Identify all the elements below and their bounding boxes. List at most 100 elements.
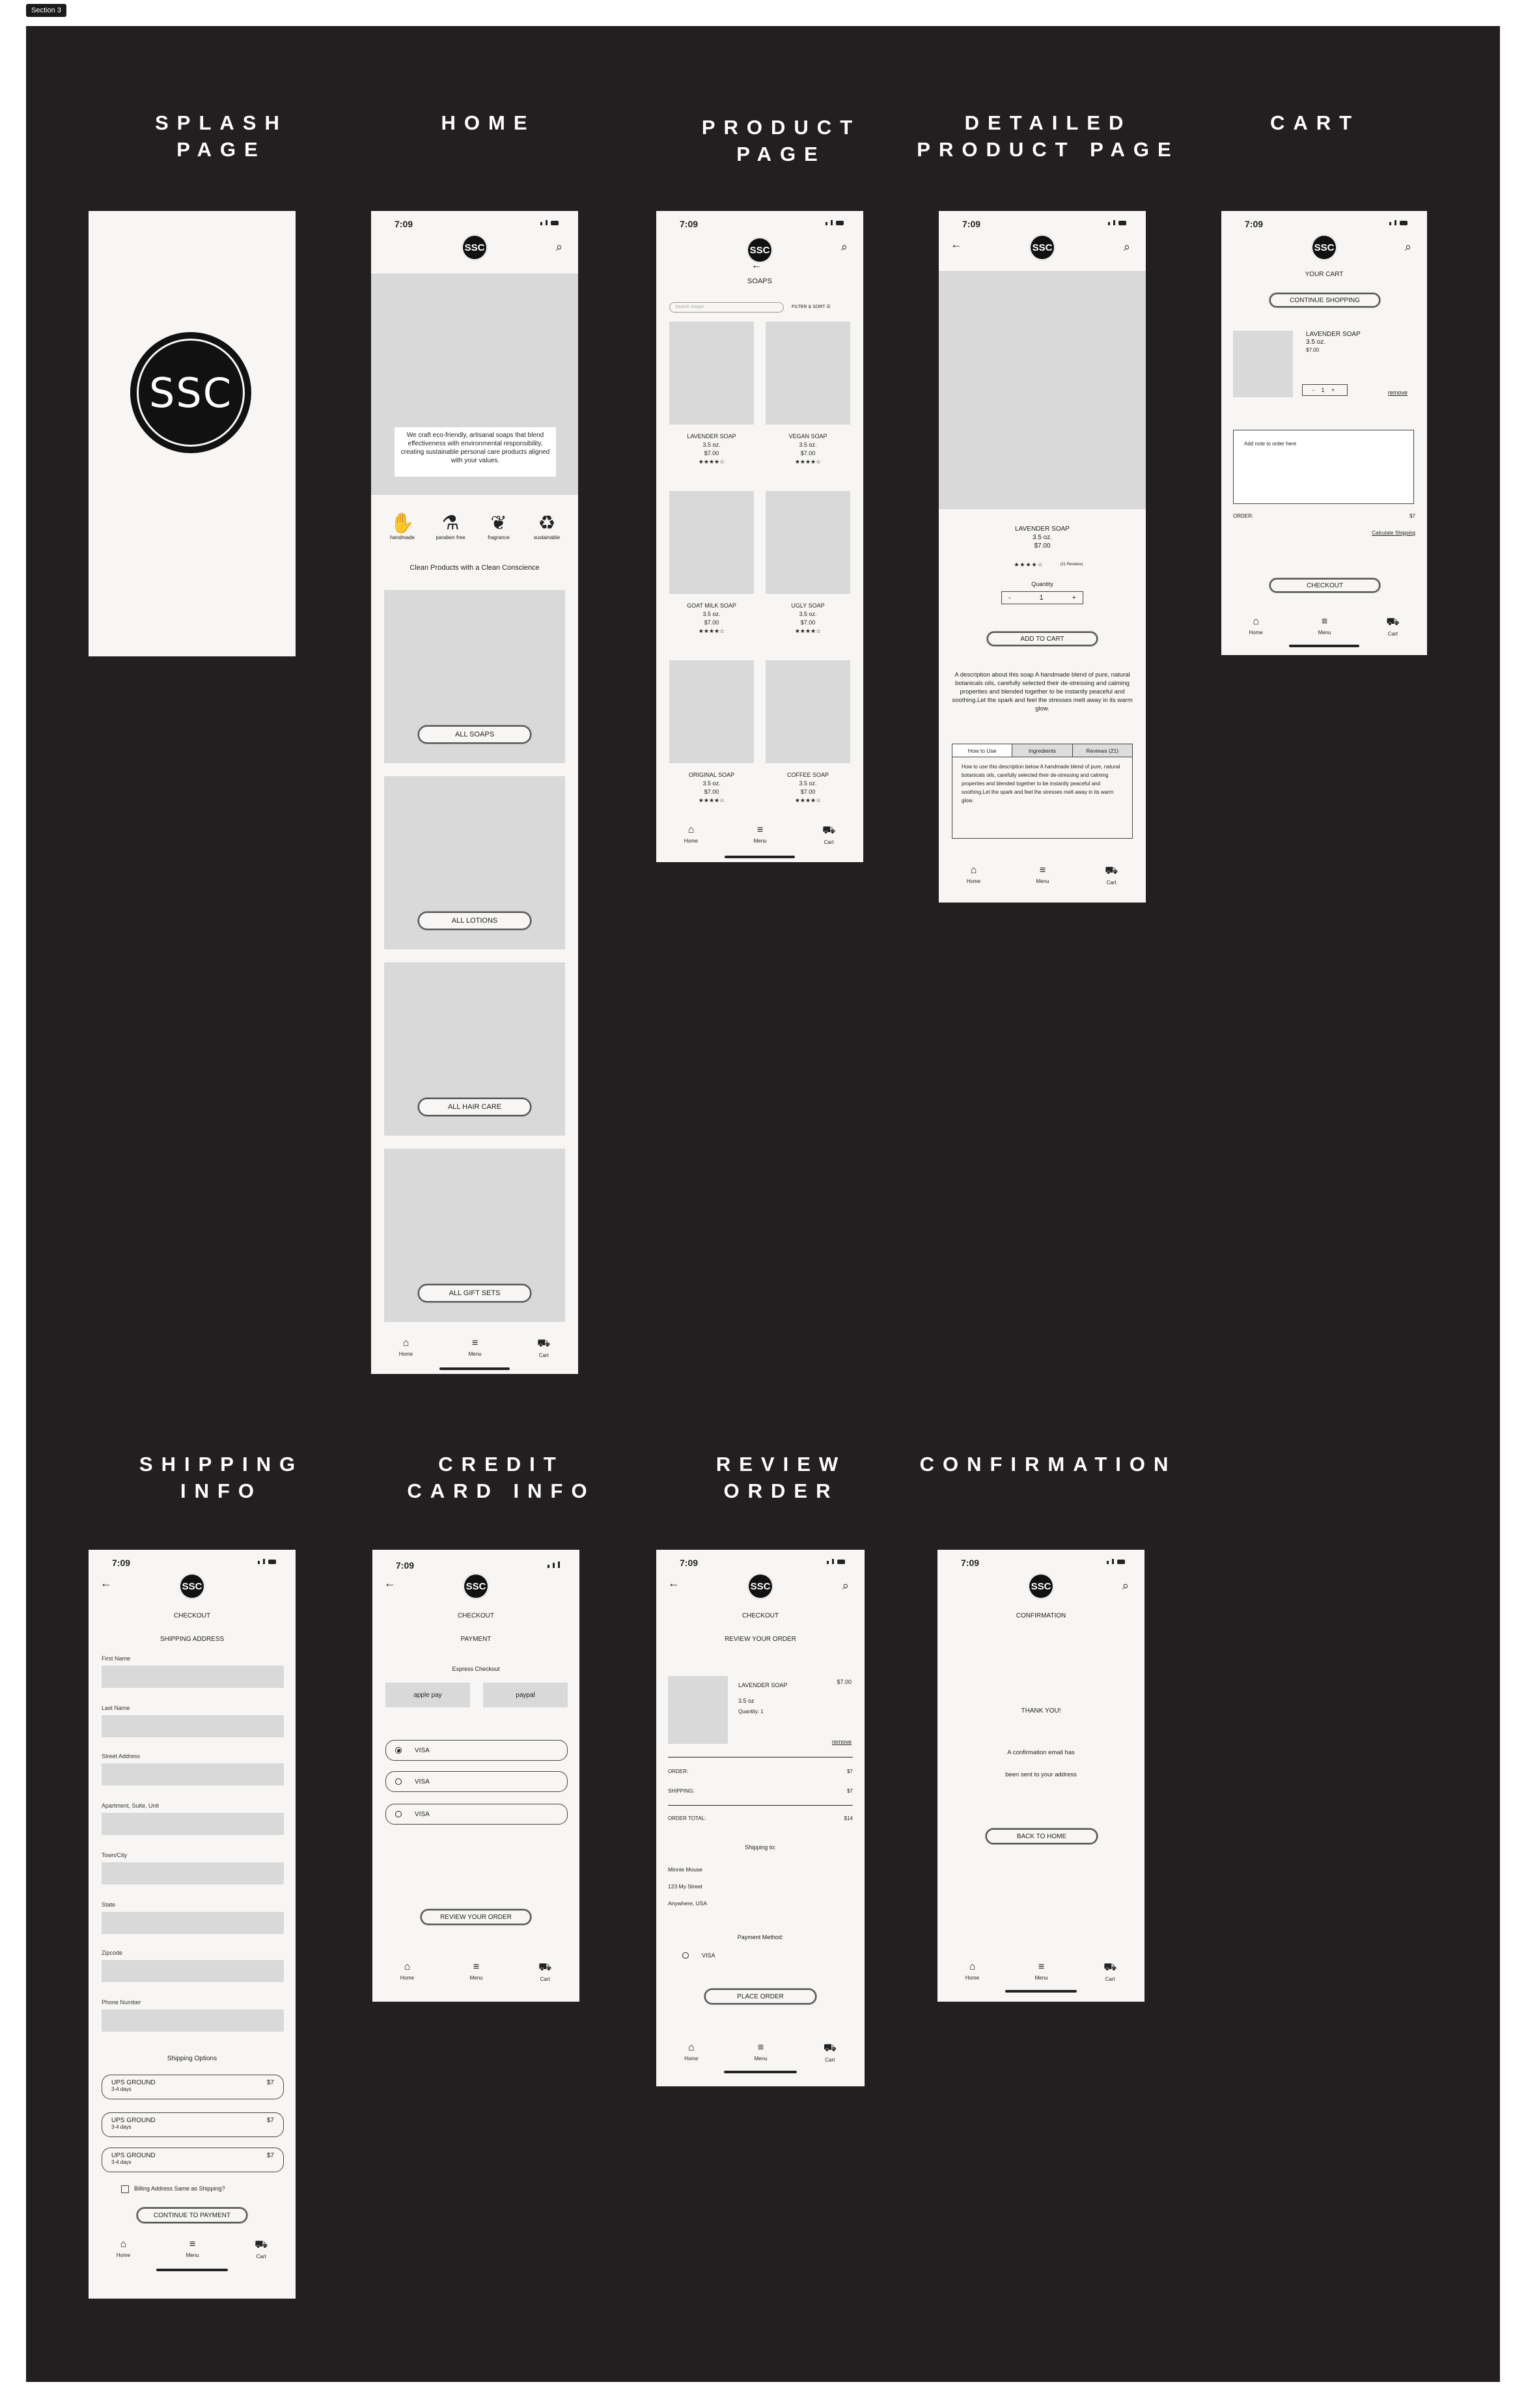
- nav-home[interactable]: ⌂ Home: [965, 1961, 979, 1982]
- nav-menu[interactable]: ≡ Menu: [1318, 616, 1331, 637]
- nav-home[interactable]: ⌂ Home: [117, 2239, 130, 2260]
- add-to-cart-button[interactable]: ADD TO CART: [987, 632, 1098, 646]
- nav-cart[interactable]: ⛟ Cart: [1386, 616, 1399, 637]
- brand-logo[interactable]: SSC: [462, 234, 488, 260]
- nav-cart[interactable]: ⛟ Cart: [255, 2239, 268, 2260]
- last-name-field[interactable]: [102, 1715, 284, 1737]
- review-your-order-button[interactable]: REVIEW YOUR ORDER: [421, 1909, 531, 1925]
- apartment-field[interactable]: [102, 1813, 284, 1835]
- nav-menu[interactable]: ≡ Menu: [470, 1961, 483, 1982]
- order-note-input[interactable]: Add note to order here: [1233, 430, 1414, 504]
- remove-link[interactable]: remove: [1388, 389, 1408, 396]
- nav-home[interactable]: ⌂ Home: [400, 1961, 414, 1982]
- product-image[interactable]: [669, 322, 754, 425]
- nav-menu[interactable]: ≡ Menu: [1036, 865, 1049, 886]
- card-option-selected[interactable]: VISA: [385, 1740, 568, 1761]
- nav-cart[interactable]: ⛟ Cart: [538, 1961, 551, 1982]
- nav-cart[interactable]: ⛟ Cart: [824, 2042, 837, 2063]
- quantity-label: Quantity: [1031, 581, 1053, 587]
- all-gift-sets-button[interactable]: ALL GIFT SETS: [418, 1284, 531, 1302]
- paypal-button[interactable]: paypal: [483, 1683, 568, 1707]
- first-name-field[interactable]: [102, 1666, 284, 1688]
- card-option[interactable]: VISA: [385, 1804, 568, 1825]
- search-input[interactable]: Search Soaps: [669, 302, 784, 313]
- continue-to-payment-button[interactable]: CONTINUE TO PAYMENT: [137, 2207, 247, 2223]
- nav-menu[interactable]: ≡ Menu: [186, 2239, 199, 2260]
- product-image[interactable]: [766, 322, 850, 425]
- nav-menu[interactable]: ≡ Menu: [754, 824, 767, 845]
- all-soaps-button[interactable]: ALL SOAPS: [418, 725, 531, 744]
- search-icon[interactable]: ⌕: [556, 241, 562, 253]
- brand-logo[interactable]: SSC: [1029, 234, 1055, 260]
- nav-menu[interactable]: ≡ Menu: [1035, 1961, 1048, 1982]
- brand-logo[interactable]: SSC: [463, 1573, 489, 1599]
- nav-home[interactable]: ⌂ Home: [1249, 616, 1262, 637]
- all-lotions-button[interactable]: ALL LOTIONS: [418, 912, 531, 930]
- calculate-shipping-link[interactable]: Calculate Shipping: [1372, 530, 1415, 536]
- street-address-field[interactable]: [102, 1763, 284, 1785]
- nav-menu[interactable]: ≡ Menu: [469, 1337, 482, 1358]
- back-arrow-icon[interactable]: ←: [751, 260, 762, 271]
- nav-cart[interactable]: ⛟ Cart: [1105, 865, 1118, 886]
- minus-button[interactable]: -: [1008, 594, 1011, 602]
- nav-home[interactable]: ⌂ Home: [967, 865, 980, 886]
- brand-logo[interactable]: SSC: [1028, 1573, 1054, 1599]
- remove-link[interactable]: remove: [832, 1739, 852, 1745]
- shipping-option[interactable]: UPS GROUND 3-4 days $7: [102, 2075, 284, 2099]
- checkout-button[interactable]: CHECKOUT: [1269, 578, 1380, 593]
- quantity-stepper[interactable]: - 1 +: [1001, 591, 1083, 604]
- zipcode-field[interactable]: [102, 1960, 284, 1982]
- product-image[interactable]: [669, 660, 754, 763]
- filter-sort-button[interactable]: FILTER & SORT ☰: [792, 304, 831, 309]
- shipping-address: Minnie Mouse 123 My Street Anywhere, USA: [668, 1866, 707, 1907]
- product-card-info[interactable]: GOAT MILK SOAP 3.5 oz. $7.00 ★★★★☆: [669, 602, 754, 636]
- continue-shopping-button[interactable]: CONTINUE SHOPPING: [1269, 293, 1380, 307]
- back-to-home-button[interactable]: BACK TO HOME: [986, 1828, 1098, 1844]
- billing-checkbox[interactable]: [121, 2185, 129, 2193]
- all-hair-care-button[interactable]: ALL HAIR CARE: [418, 1098, 531, 1116]
- search-icon[interactable]: ⌕: [1405, 241, 1411, 253]
- back-arrow-icon[interactable]: ←: [950, 238, 962, 250]
- town-city-field[interactable]: [102, 1862, 284, 1884]
- product-image[interactable]: [766, 491, 850, 594]
- review-count[interactable]: (21 Reviews): [1052, 563, 1091, 567]
- search-icon[interactable]: ⌕: [1124, 241, 1130, 253]
- quantity-stepper[interactable]: - 1 +: [1302, 384, 1348, 396]
- search-icon[interactable]: ⌕: [841, 241, 848, 253]
- nav-menu[interactable]: ≡ Menu: [755, 2042, 768, 2063]
- product-card-info[interactable]: VEGAN SOAP 3.5 oz. $7.00 ★★★★☆: [766, 432, 850, 466]
- shipping-option[interactable]: UPS GROUND 3-4 days $7: [102, 2148, 284, 2172]
- back-arrow-icon[interactable]: ←: [384, 1577, 396, 1589]
- radio-icon[interactable]: [682, 1952, 689, 1959]
- brand-logo[interactable]: SSC: [747, 237, 773, 263]
- search-icon[interactable]: ⌕: [1122, 1580, 1129, 1591]
- card-option[interactable]: VISA: [385, 1771, 568, 1792]
- search-icon[interactable]: ⌕: [842, 1580, 849, 1591]
- nav-home[interactable]: ⌂ Home: [684, 2042, 698, 2063]
- apple-pay-button[interactable]: apple pay: [385, 1683, 470, 1707]
- nav-cart[interactable]: ⛟ Cart: [1103, 1961, 1117, 1982]
- back-arrow-icon[interactable]: ←: [668, 1577, 680, 1589]
- product-card-info[interactable]: ORIGINAL SOAP 3.5 oz. $7.00 ★★★★☆: [669, 771, 754, 805]
- state-field[interactable]: [102, 1912, 284, 1934]
- tab-ingredients[interactable]: Ingredients: [1012, 744, 1073, 757]
- place-order-button[interactable]: PLACE ORDER: [704, 1989, 816, 2004]
- product-card-info[interactable]: COFFEE SOAP 3.5 oz. $7.00 ★★★★☆: [766, 771, 850, 805]
- shipping-option[interactable]: UPS GROUND 3-4 days $7: [102, 2112, 284, 2137]
- nav-cart[interactable]: ⛟ Cart: [537, 1337, 550, 1358]
- tab-reviews[interactable]: Reviews (21): [1072, 744, 1132, 757]
- product-image[interactable]: [766, 660, 850, 763]
- brand-logo[interactable]: SSC: [747, 1573, 773, 1599]
- phone-number-field[interactable]: [102, 2009, 284, 2032]
- back-arrow-icon[interactable]: ←: [100, 1577, 112, 1589]
- nav-home[interactable]: ⌂ Home: [399, 1337, 413, 1358]
- nav-home[interactable]: ⌂ Home: [684, 824, 698, 845]
- product-image[interactable]: [669, 491, 754, 594]
- nav-cart[interactable]: ⛟ Cart: [822, 824, 835, 845]
- product-card-info[interactable]: LAVENDER SOAP 3.5 oz. $7.00 ★★★★☆: [669, 432, 754, 466]
- brand-logo[interactable]: SSC: [1311, 234, 1337, 260]
- tab-how-to-use[interactable]: How to Use: [952, 744, 1013, 757]
- brand-logo[interactable]: SSC: [179, 1573, 205, 1599]
- plus-button[interactable]: +: [1072, 594, 1076, 602]
- product-card-info[interactable]: UGLY SOAP 3.5 oz. $7.00 ★★★★☆: [766, 602, 850, 636]
